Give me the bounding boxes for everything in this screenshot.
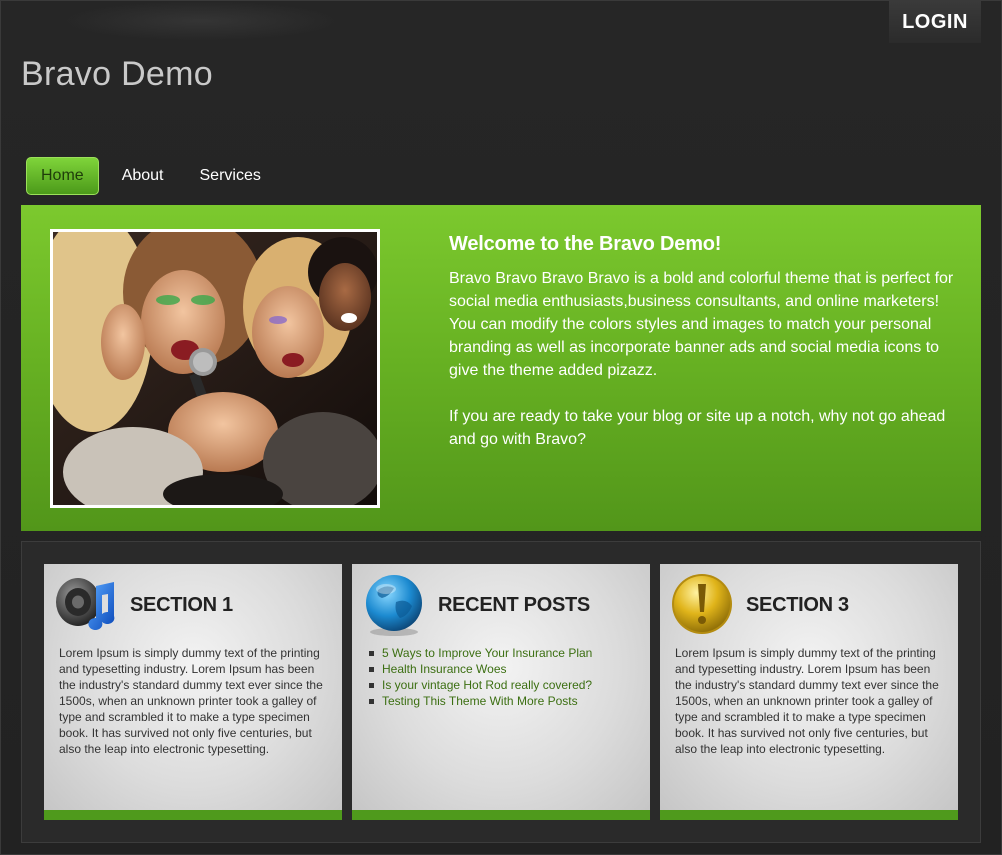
recent-posts-list: 5 Ways to Improve Your Insurance Plan He… <box>368 645 592 709</box>
karaoke-friends-photo-icon <box>53 232 377 505</box>
section-body: Lorem Ipsum is simply dummy text of the … <box>675 646 939 756</box>
nav-item-home[interactable]: Home <box>26 157 99 195</box>
hero-photo <box>50 229 380 508</box>
hero-banner: Welcome to the Bravo Demo! Bravo Bravo B… <box>21 205 981 531</box>
sections-panel: SECTION 1 Lorem Ipsum is simply dummy te… <box>21 541 981 843</box>
section-card-recent-posts: RECENT POSTS 5 Ways to Improve Your Insu… <box>352 564 650 820</box>
card-accent-bar <box>44 810 342 820</box>
nav-item-about[interactable]: About <box>105 157 181 195</box>
main-nav: Home About Services <box>26 157 280 195</box>
nav-item-services[interactable]: Services <box>183 157 278 195</box>
card-accent-bar <box>352 810 650 820</box>
login-button[interactable]: LOGIN <box>889 1 981 43</box>
section-body: Lorem Ipsum is simply dummy text of the … <box>59 646 323 756</box>
hero-text: Welcome to the Bravo Demo! Bravo Bravo B… <box>449 233 959 451</box>
hero-title: Welcome to the Bravo Demo! <box>449 233 722 255</box>
section-title: RECENT POSTS <box>438 594 590 616</box>
speaker-music-note-icon <box>52 572 120 638</box>
site-title[interactable]: Bravo Demo <box>21 55 213 94</box>
section-title: SECTION 3 <box>746 594 849 616</box>
exclamation-icon <box>668 572 736 638</box>
card-accent-bar <box>660 810 958 820</box>
page: LOGIN Bravo Demo Home About Services Wel… <box>0 0 1002 855</box>
header-glow <box>61 1 341 41</box>
hero-paragraph: Bravo Bravo Bravo Bravo is a bold and co… <box>449 270 954 379</box>
post-link[interactable]: Health Insurance Woes <box>368 661 592 677</box>
section-title: SECTION 1 <box>130 594 233 616</box>
section-card-3: SECTION 3 Lorem Ipsum is simply dummy te… <box>660 564 958 820</box>
post-link[interactable]: 5 Ways to Improve Your Insurance Plan <box>368 645 592 661</box>
globe-icon <box>360 572 428 638</box>
hero-paragraph: If you are ready to take your blog or si… <box>449 408 946 448</box>
post-link[interactable]: Testing This Theme With More Posts <box>368 693 592 709</box>
section-card-1: SECTION 1 Lorem Ipsum is simply dummy te… <box>44 564 342 820</box>
post-link[interactable]: Is your vintage Hot Rod really covered? <box>368 677 592 693</box>
